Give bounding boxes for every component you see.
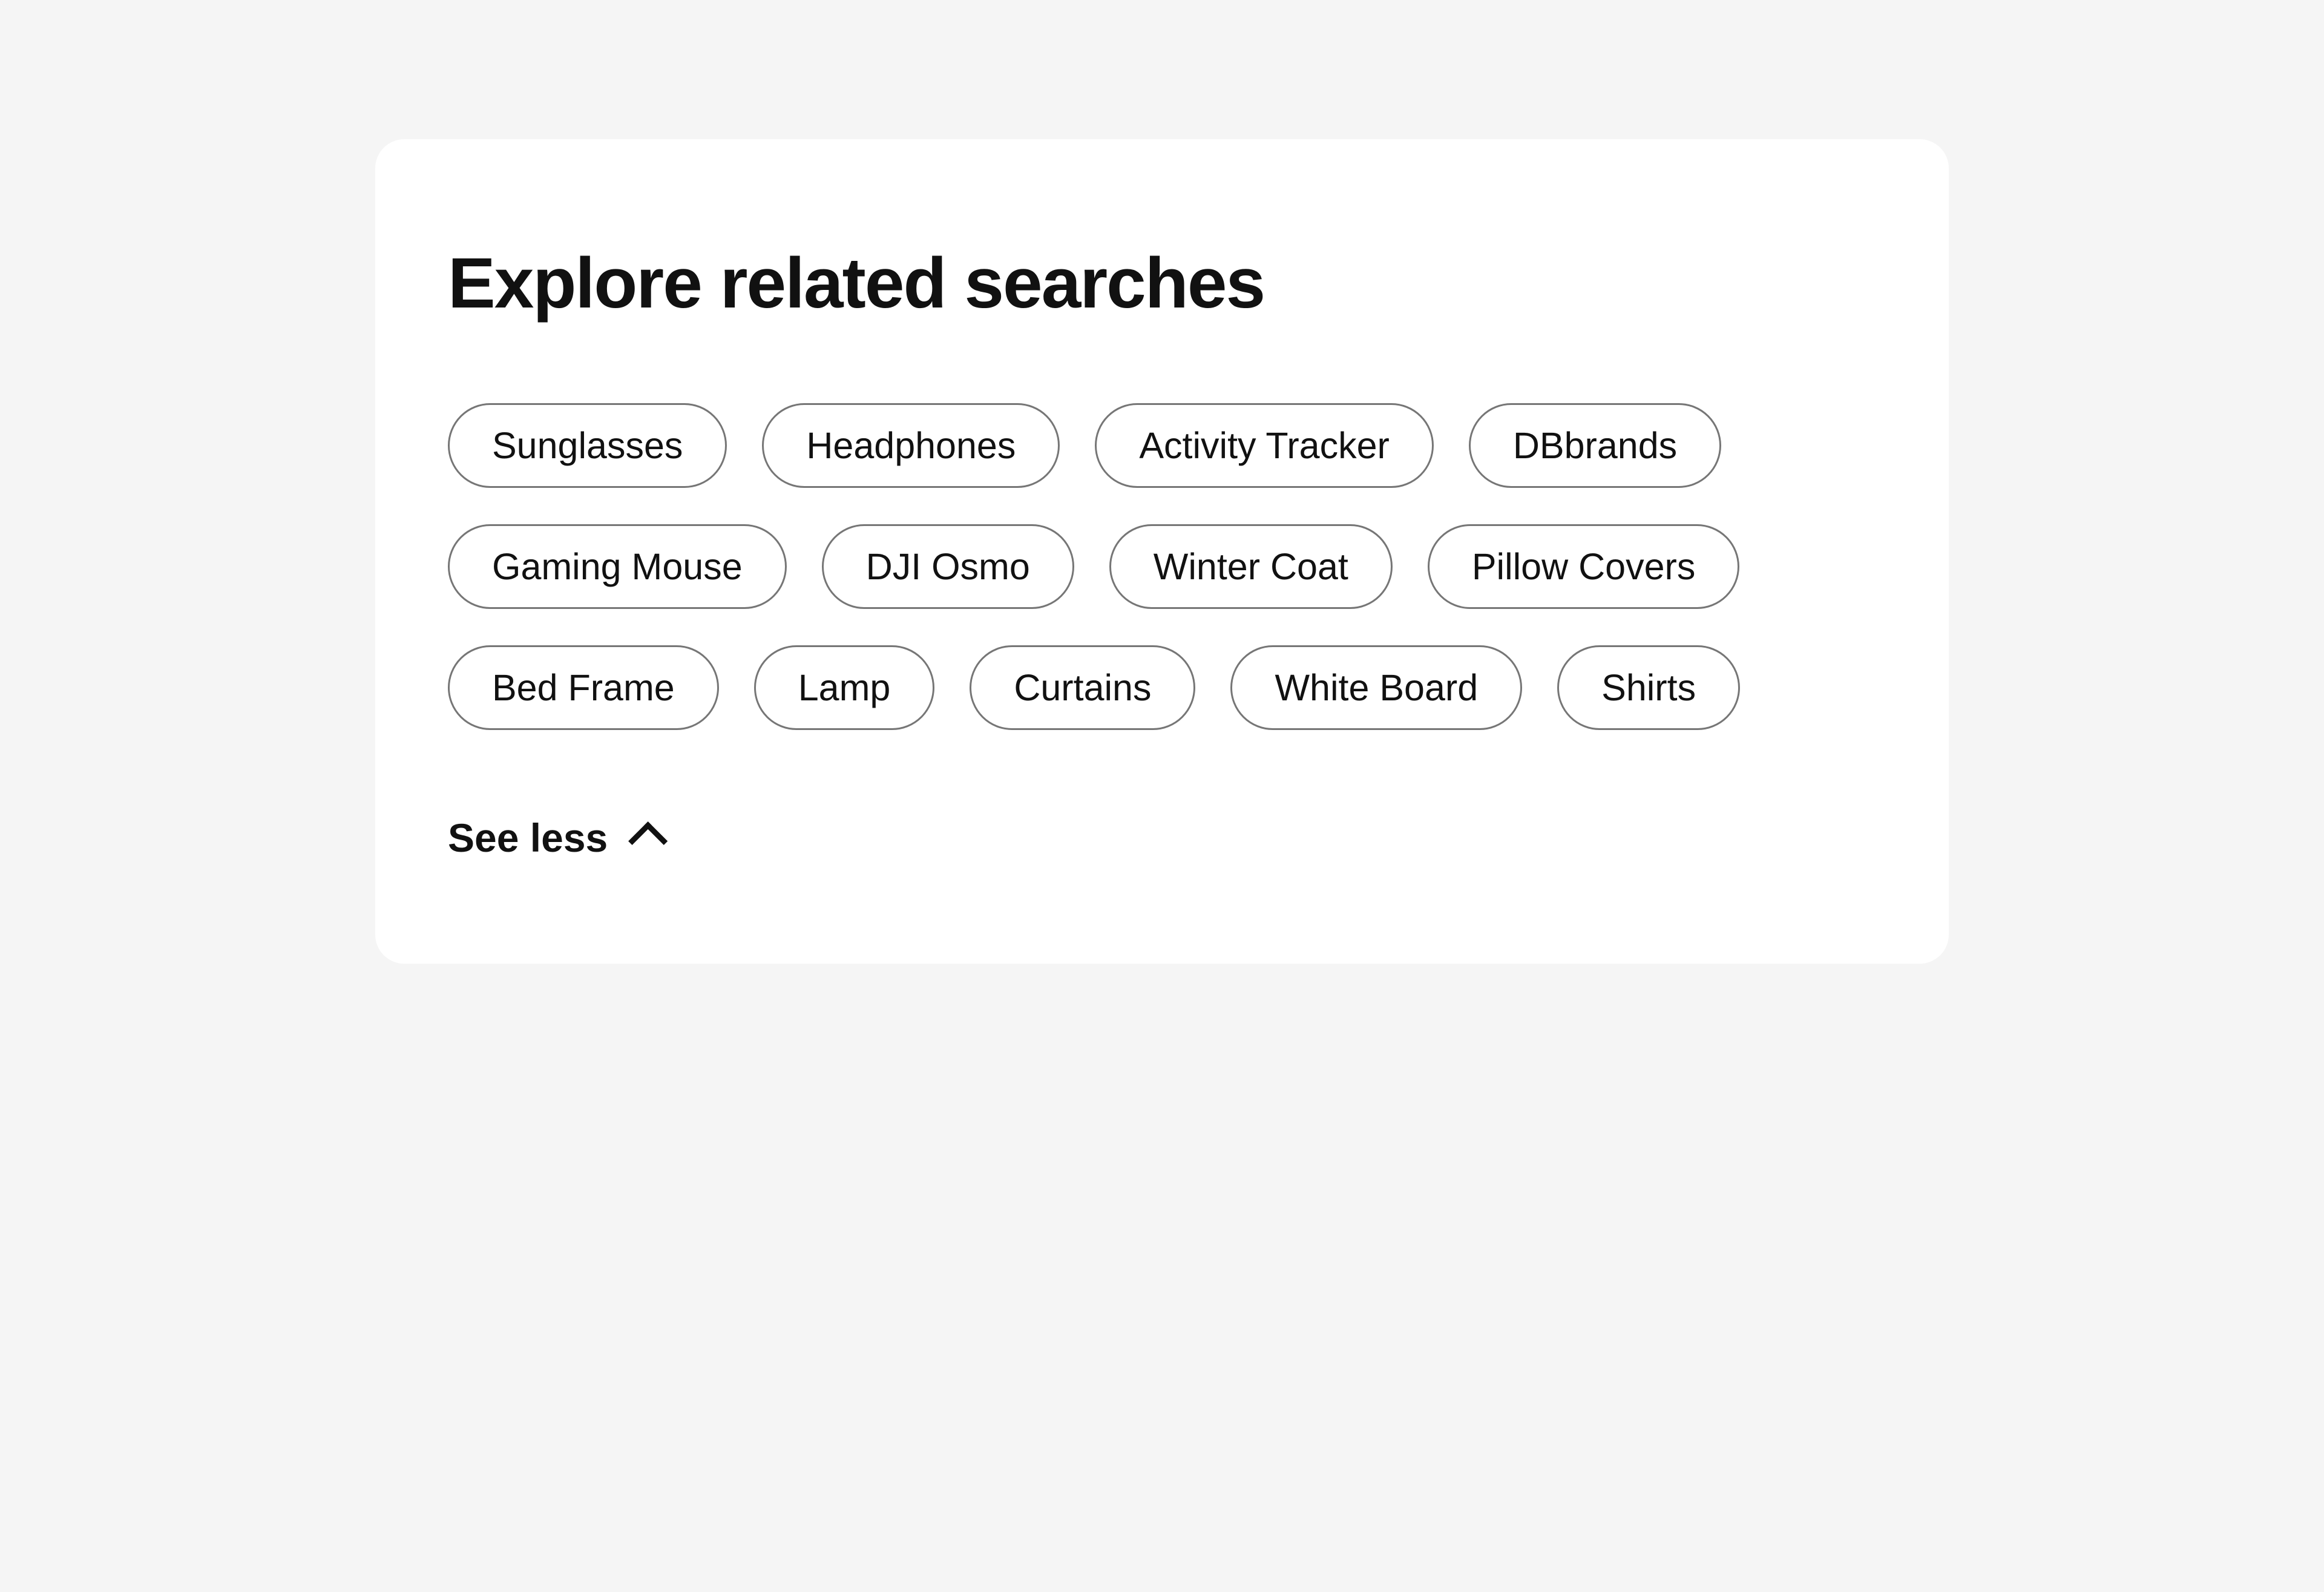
chip-curtains[interactable]: Curtains xyxy=(970,645,1195,730)
chip-headphones[interactable]: Headphones xyxy=(762,403,1060,488)
section-heading: Explore related searches xyxy=(448,242,1876,324)
chip-dji-osmo[interactable]: DJI Osmo xyxy=(822,524,1074,609)
related-searches-card: Explore related searches Sunglasses Head… xyxy=(375,139,1949,964)
chevron-up-icon xyxy=(628,821,668,861)
chip-sunglasses[interactable]: Sunglasses xyxy=(448,403,727,488)
chips-container: Sunglasses Headphones Activity Tracker D… xyxy=(448,403,1876,730)
see-less-label: See less xyxy=(448,815,608,861)
chip-activity-tracker[interactable]: Activity Tracker xyxy=(1095,403,1434,488)
chip-dbbrands[interactable]: DBbrands xyxy=(1469,403,1721,488)
chip-bed-frame[interactable]: Bed Frame xyxy=(448,645,719,730)
chip-pillow-covers[interactable]: Pillow Covers xyxy=(1428,524,1740,609)
chip-lamp[interactable]: Lamp xyxy=(754,645,935,730)
chip-white-board[interactable]: White Board xyxy=(1230,645,1522,730)
chip-shirts[interactable]: Shirts xyxy=(1557,645,1740,730)
chip-gaming-mouse[interactable]: Gaming Mouse xyxy=(448,524,787,609)
see-less-button[interactable]: See less xyxy=(448,815,658,861)
chip-winter-coat[interactable]: Winter Coat xyxy=(1109,524,1393,609)
